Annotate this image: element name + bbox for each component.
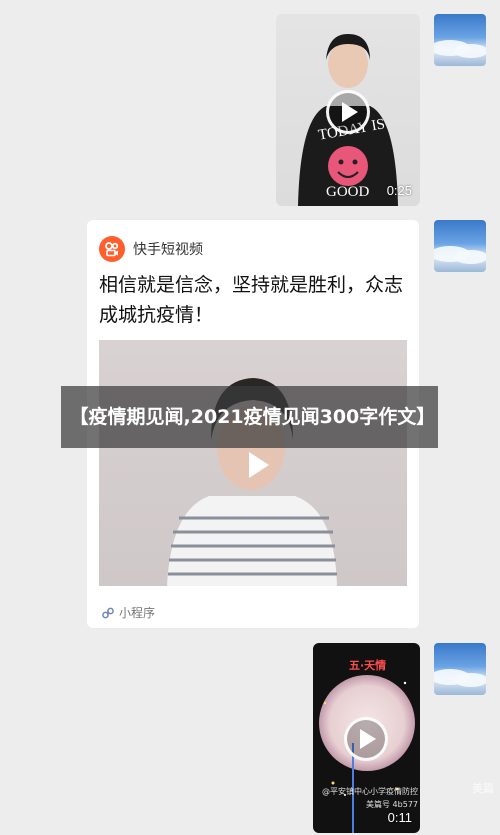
sender-avatar[interactable] (434, 220, 486, 272)
shirt-text-bottom: GOOD (326, 184, 370, 200)
corner-watermark: 美篇 (472, 782, 494, 795)
play-icon[interactable] (344, 717, 388, 761)
sender-avatar[interactable] (434, 14, 486, 66)
play-icon[interactable] (326, 90, 370, 134)
video-message-1[interactable]: TODAY IS GOOD 0:25 (276, 14, 420, 206)
mini-program-footer: 小程序 (101, 604, 155, 621)
kuaishou-logo-icon (99, 236, 125, 262)
video-message-2[interactable]: 五·天情 0:11 @平安镇中心小学疫情防控 美篇号 4b577 (313, 643, 420, 833)
watermark-line-2: 美篇号 4b577 (366, 800, 418, 809)
video-duration: 0:25 (386, 183, 412, 198)
watermark-line-1: @平安镇中心小学疫情防控 (322, 787, 418, 796)
mini-program-icon (102, 607, 114, 618)
article-title-overlay: 【疫情期见闻,2021疫情见闻300字作文】 (61, 386, 438, 448)
video-watermark: @平安镇中心小学疫情防控 美篇号 4b577 (322, 785, 418, 811)
app-name: 快手短视频 (133, 242, 203, 258)
overlay-title: 【疫情期见闻,2021疫情见闻300字作文】 (69, 405, 436, 428)
card-cover-video[interactable] (99, 340, 407, 586)
card-app-row: 快手短视频 (99, 236, 203, 262)
sender-avatar[interactable] (434, 643, 486, 695)
cover-play-icon[interactable] (249, 452, 269, 478)
video-duration: 0:11 (387, 810, 412, 825)
card-title: 相信就是信念，坚持就是胜利，众志成城抗疫情！ (99, 274, 404, 326)
mini-program-label: 小程序 (119, 606, 156, 620)
